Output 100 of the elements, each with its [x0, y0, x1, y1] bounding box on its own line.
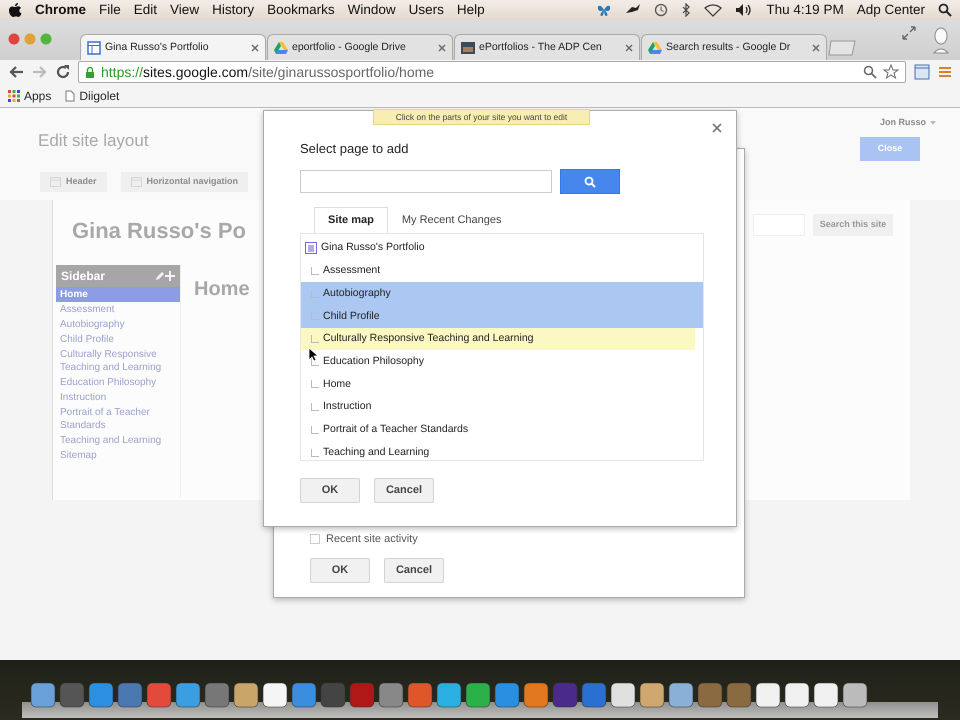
caret-icon [930, 120, 936, 125]
app-icon[interactable] [465, 682, 491, 708]
close-icon[interactable] [438, 44, 446, 52]
menu-item[interactable]: Users [408, 0, 444, 20]
tree-item[interactable]: Assessment [301, 260, 703, 282]
wifi-icon[interactable] [704, 4, 722, 16]
app-icon[interactable] [378, 682, 404, 708]
app-icon[interactable] [726, 682, 752, 708]
menu-item[interactable]: File [99, 0, 121, 20]
layout-icon [130, 176, 142, 187]
search-icon[interactable] [863, 65, 877, 79]
app-icon[interactable] [610, 682, 636, 708]
app-icon[interactable] [813, 682, 839, 708]
fullscreen-icon[interactable] [902, 26, 916, 40]
menu-item[interactable]: Bookmarks [267, 0, 335, 20]
extension-icon[interactable] [914, 64, 930, 80]
apple-logo-icon[interactable] [8, 2, 22, 18]
drive-icon [274, 40, 288, 54]
app-icon[interactable] [59, 682, 85, 708]
app-icon[interactable] [262, 682, 288, 708]
menu-clock[interactable]: Thu 4:19 PM [766, 0, 844, 20]
page-title: Edit site layout [38, 130, 149, 152]
sidebar-header: Sidebar [56, 265, 180, 287]
address-bar[interactable]: https://sites.google.com/site/ginarussosportfolio/home [78, 61, 906, 83]
cancel-button[interactable]: Cancel [374, 478, 434, 503]
browser-tab[interactable]: ePortfolios - The ADP Cen [454, 34, 640, 60]
folder-icon[interactable] [668, 682, 694, 708]
apps-grid-icon [8, 90, 20, 102]
tab[interactable]: My Recent Changes [388, 207, 516, 232]
app-icon[interactable] [523, 682, 549, 708]
app-icon[interactable] [146, 682, 172, 708]
search-button[interactable] [560, 169, 620, 194]
app-icon[interactable] [117, 682, 143, 708]
app-icon[interactable] [320, 682, 346, 708]
app-icon[interactable] [494, 682, 520, 708]
close-icon[interactable] [251, 44, 259, 52]
page-icon [65, 90, 76, 102]
lock-icon [85, 66, 95, 78]
menu-item[interactable]: Help [456, 0, 485, 20]
cancel-button[interactable]: Cancel [384, 558, 444, 583]
tree-item[interactable]: Gina Russo's Portfolio [321, 240, 425, 256]
app-icon[interactable] [349, 682, 375, 708]
back-icon[interactable] [8, 65, 24, 79]
close-icon[interactable] [625, 44, 633, 52]
site-icon [305, 242, 317, 254]
volume-icon[interactable] [735, 3, 754, 17]
bookmark[interactable]: Diigolet [65, 86, 120, 104]
app-icon[interactable] [175, 682, 201, 708]
butterfly-icon[interactable] [596, 3, 612, 17]
app-icon[interactable] [30, 682, 56, 708]
site-title: Gina Russo's Po [72, 217, 246, 245]
page-heading: Home [194, 277, 250, 302]
menu-icon[interactable] [938, 65, 952, 79]
menu-item[interactable]: History [212, 0, 254, 20]
close-icon[interactable] [712, 123, 722, 133]
tree-item[interactable]: Portrait of a Teacher Standards [301, 418, 703, 442]
profile-silhouette-icon[interactable] [932, 26, 950, 54]
reload-icon[interactable] [56, 65, 70, 79]
tree-item[interactable]: Teaching and Learning [301, 441, 703, 464]
user-menu[interactable]: Adp Center [856, 0, 925, 20]
tree-item[interactable]: Culturally Responsive Teaching and Learning [301, 328, 695, 350]
app-icon[interactable] [88, 682, 114, 708]
ok-button[interactable]: OK [300, 478, 360, 503]
bookmark[interactable]: Apps [8, 86, 52, 104]
app-icon[interactable] [581, 682, 607, 708]
app-icon[interactable] [407, 682, 433, 708]
app-icon[interactable] [755, 682, 781, 708]
app-menu[interactable]: Chrome [35, 0, 86, 20]
ok-button[interactable]: OK [310, 558, 370, 583]
app-icon[interactable] [784, 682, 810, 708]
app-icon[interactable] [291, 682, 317, 708]
trash-icon[interactable] [842, 682, 868, 708]
tree-item[interactable]: Child Profile [301, 305, 703, 328]
clock-icon[interactable] [654, 3, 668, 17]
close-icon[interactable] [812, 44, 820, 52]
menu-item[interactable]: Edit [134, 0, 158, 20]
browser-tab[interactable]: Gina Russo's Portfolio [80, 34, 266, 60]
app-icon[interactable] [204, 682, 230, 708]
bluetooth-icon[interactable] [681, 3, 692, 17]
search-icon [584, 176, 596, 188]
app-icon[interactable] [436, 682, 462, 708]
tree-item[interactable]: Autobiography [301, 282, 703, 306]
app-icon[interactable] [552, 682, 578, 708]
star-icon[interactable] [883, 64, 899, 80]
app-icon[interactable] [233, 682, 259, 708]
checkbox[interactable] [310, 534, 320, 544]
tab[interactable]: Site map [314, 207, 388, 232]
dialog-title: Select page to add [300, 140, 408, 158]
thumbnail-icon [461, 40, 475, 54]
close-window-icon[interactable] [8, 33, 20, 45]
browser-tab[interactable]: eportfolio - Google Drive [267, 34, 453, 60]
search-icon[interactable] [938, 3, 952, 17]
menu-item[interactable]: View [170, 0, 200, 20]
tree-item[interactable]: Instruction [301, 396, 703, 418]
browser-tab[interactable]: Search results - Google Dr [641, 34, 827, 60]
folder-icon[interactable] [639, 682, 665, 708]
menu-item[interactable]: Window [348, 0, 396, 20]
tree-item[interactable]: Home [301, 373, 703, 396]
app-icon[interactable] [697, 682, 723, 708]
search-field[interactable] [300, 170, 552, 193]
